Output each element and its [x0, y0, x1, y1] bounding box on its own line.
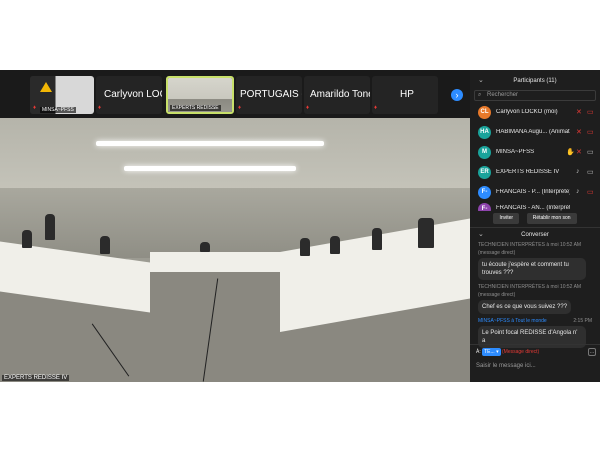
attendee: [200, 242, 210, 252]
participant-name: FRANCAIS - P... (Interprète): [496, 189, 570, 195]
participant-row[interactable]: M MINSA~PFSS ✋ ✕ ▭: [470, 143, 600, 163]
chevron-right-icon[interactable]: ›: [451, 89, 463, 101]
chat-recipient-row: À: TE... ▾ (Message direct) …: [470, 345, 600, 359]
tile-caption: MINSA~PFSS: [40, 107, 76, 113]
raised-hand-icon: ✋: [566, 149, 575, 156]
participant-name: HABIMANA Augu... (Animateur): [496, 129, 570, 135]
video-tile-carlyvon[interactable]: Carlyvon LOC... ♦: [96, 76, 162, 114]
unmute-me-button[interactable]: Rétablir mon son: [526, 213, 577, 224]
mic-icon[interactable]: ♪: [576, 188, 580, 195]
video-tile-experts[interactable]: EXPERTS REDISSE: [166, 76, 234, 114]
side-panel: ⌄ Participants (11) ⌕ Rechercher CL Carl…: [470, 70, 600, 382]
participant-name: EXPERTS REDISSE IV: [496, 169, 560, 175]
mic-muted-icon: ♦: [374, 105, 378, 111]
participants-header: ⌄ Participants (11): [470, 74, 600, 88]
to-label: À:: [476, 349, 481, 355]
chat-title: Converser: [521, 232, 549, 238]
message-meta: (message direct): [478, 292, 516, 298]
chat-input-area: À: TE... ▾ (Message direct) … Saisir le …: [470, 344, 600, 382]
tile-name: PORTUGAIS -...: [240, 89, 302, 100]
main-video-feed[interactable]: EXPERTS REDISSE IV: [0, 118, 470, 382]
search-icon: ⌕: [478, 92, 482, 98]
mic-muted-icon: ♦: [238, 105, 242, 111]
tile-name: HP: [400, 89, 414, 100]
mic-muted-icon[interactable]: ✕: [576, 148, 582, 156]
video-tile-minsa[interactable]: ♦ MINSA~PFSS: [30, 76, 94, 114]
mic-icon[interactable]: ♪: [576, 168, 580, 175]
video-tile-amarildo[interactable]: Amarildo Tonet ♦: [304, 76, 370, 114]
video-tile-hp[interactable]: HP ♦: [372, 76, 438, 114]
avatar: CL: [478, 106, 491, 119]
avatar: F-: [478, 203, 491, 211]
logo-icon: [40, 82, 52, 92]
message-time: 2:15 PM: [573, 318, 592, 324]
ceiling-light: [124, 166, 296, 171]
attendee: [45, 214, 55, 240]
chat-header: ⌄ Converser: [470, 227, 600, 241]
participants-search-input[interactable]: ⌕ Rechercher: [474, 90, 596, 101]
video-off-icon[interactable]: ▭: [587, 108, 594, 116]
message-recipient: à Tout le monde: [511, 318, 547, 324]
chat-message: tu écoute j'espère et comment tu trouves…: [478, 258, 586, 280]
participant-row[interactable]: F- FRANCAIS - AN... (Interprète): [470, 203, 600, 211]
video-thumbnail-strip: ♦ MINSA~PFSS EXPERTS REDISSE Carlyvon LO…: [0, 70, 470, 118]
tile-name: Carlyvon LOC...: [104, 89, 162, 100]
attendee: [330, 236, 340, 254]
participant-name: MINSA~PFSS: [496, 149, 535, 155]
video-caption: EXPERTS REDISSE IV: [2, 375, 70, 381]
message-meta: TECHNICIEN INTERPRÈTES à moi 10:52 AM: [478, 242, 582, 248]
message-meta: TECHNICIEN INTERPRÈTES à moi 10:52 AM: [478, 284, 582, 290]
direct-message-label: (Message direct): [501, 349, 540, 355]
participant-row[interactable]: ER EXPERTS REDISSE IV ♪ ▭: [470, 163, 600, 183]
conference-table: [150, 252, 280, 272]
mic-muted-icon[interactable]: ✕: [576, 128, 582, 136]
message-sender: MINSA~PFSS: [478, 318, 510, 324]
participant-row[interactable]: CL Carlyvon LOCKO (moi) ✕ ▭: [470, 103, 600, 123]
chat-message-input[interactable]: Saisir le message ici...: [470, 359, 600, 373]
mic-muted-icon: ♦: [33, 105, 37, 111]
avatar: M: [478, 146, 491, 159]
mic-muted-icon: ♦: [306, 105, 310, 111]
chevron-down-icon[interactable]: ⌄: [478, 74, 484, 88]
participant-row[interactable]: HA HABIMANA Augu... (Animateur) ✕ ▭: [470, 123, 600, 143]
chat-message: Chef es ce que vous suivez ???: [478, 300, 572, 314]
video-icon[interactable]: ▭: [587, 168, 594, 176]
recipient-select[interactable]: TE... ▾: [482, 348, 501, 356]
zoom-meeting-window: ♦ MINSA~PFSS EXPERTS REDISSE Carlyvon LO…: [0, 70, 600, 382]
video-off-icon[interactable]: ▭: [587, 128, 594, 136]
tile-caption: EXPERTS REDISSE: [170, 105, 221, 111]
avatar: HA: [478, 126, 491, 139]
video-icon[interactable]: ▭: [587, 148, 594, 156]
search-placeholder: Rechercher: [487, 92, 519, 98]
recipient-value: TE...: [484, 349, 495, 355]
attendee: [22, 230, 32, 248]
ceiling-light: [96, 141, 324, 146]
participant-name: Carlyvon LOCKO (moi): [496, 109, 558, 115]
more-options-icon[interactable]: …: [588, 348, 596, 356]
chevron-down-icon[interactable]: ⌄: [478, 228, 484, 242]
attendee: [418, 218, 434, 248]
attendee: [300, 238, 310, 256]
tile-name: Amarildo Tonet: [310, 89, 370, 100]
avatar: ER: [478, 166, 491, 179]
message-meta: MINSA~PFSS à Tout le monde 2:15 PM: [470, 317, 600, 325]
attendee: [372, 228, 382, 250]
attendee: [100, 236, 110, 254]
participant-name: FRANCAIS - AN... (Interprète): [496, 205, 570, 211]
mic-muted-icon[interactable]: ✕: [576, 108, 582, 116]
chat-messages: TECHNICIEN INTERPRÈTES à moi 10:52 AM (m…: [470, 241, 600, 359]
participants-title: Participants (11): [513, 78, 557, 84]
video-tile-portugais[interactable]: PORTUGAIS -... ♦: [236, 76, 302, 114]
participants-actions: Inviter Rétablir mon son: [470, 211, 600, 227]
participant-row[interactable]: F- FRANCAIS - P... (Interprète) ♪ ▭: [470, 183, 600, 203]
message-meta: (message direct): [478, 250, 516, 256]
video-off-icon[interactable]: ▭: [587, 188, 594, 196]
avatar: F-: [478, 186, 491, 199]
mic-muted-icon: ♦: [98, 105, 102, 111]
invite-button[interactable]: Inviter: [493, 213, 520, 224]
